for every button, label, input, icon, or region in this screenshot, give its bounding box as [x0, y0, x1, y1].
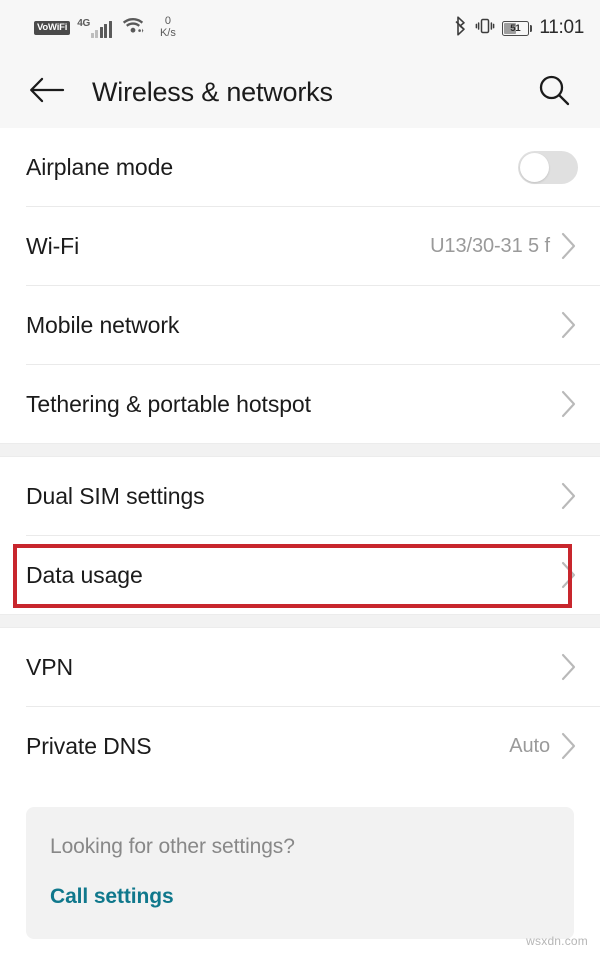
chevron-right-icon: [560, 231, 578, 261]
search-button[interactable]: [532, 70, 576, 114]
settings-row-label: VPN: [26, 653, 73, 680]
settings-row-wifi[interactable]: Wi-Fi U13/30-31 5 f: [0, 207, 600, 285]
settings-group-vpn-dns: VPN Private DNS Auto: [0, 628, 600, 785]
chevron-right-icon: [560, 652, 578, 682]
other-settings-question: Looking for other settings?: [50, 835, 295, 858]
battery-percent-label: 51: [510, 22, 521, 34]
settings-row-dual-sim-settings[interactable]: Dual SIM settings: [0, 457, 600, 535]
status-bar-right: 51 11:01: [455, 15, 584, 41]
settings-group-sim-data: Dual SIM settings Data usage: [0, 457, 600, 614]
cellular-signal-icon: 4G: [77, 17, 112, 38]
settings-row-label: Dual SIM settings: [26, 482, 205, 509]
data-speed-unit: K/s: [159, 27, 176, 39]
battery-icon: 51: [501, 20, 533, 36]
back-button[interactable]: [26, 71, 68, 113]
status-bar: VoWiFi 4G 0 K/s 51 11:01: [0, 0, 600, 56]
settings-row-label: Mobile network: [26, 311, 180, 338]
settings-row-label: Tethering & portable hotspot: [26, 390, 311, 417]
status-bar-left: VoWiFi 4G 0 K/s: [34, 16, 176, 39]
vibrate-icon: [475, 16, 495, 41]
network-type-label: 4G: [77, 17, 90, 29]
settings-row-value: Auto: [509, 734, 550, 757]
status-bar-clock: 11:01: [539, 17, 584, 38]
footer-suggestion-wrap: Looking for other settings? Call setting…: [0, 785, 600, 939]
search-icon: [537, 73, 571, 112]
toggle-knob: [520, 152, 549, 182]
settings-row-label: Data usage: [26, 561, 143, 588]
settings-list: Airplane mode Wi-Fi U13/30-31 5 f Mobile…: [0, 128, 600, 939]
settings-row-vpn[interactable]: VPN: [0, 628, 600, 706]
group-separator: [0, 443, 600, 457]
chevron-right-icon: [560, 389, 578, 419]
settings-row-data-usage[interactable]: Data usage: [0, 536, 600, 614]
data-speed-indicator: 0 K/s: [160, 16, 176, 39]
vowifi-icon: VoWiFi: [34, 21, 71, 35]
call-settings-link[interactable]: Call settings: [50, 885, 174, 909]
settings-row-label: Airplane mode: [26, 153, 174, 180]
chevron-right-icon: [560, 481, 578, 511]
group-separator: [0, 614, 600, 628]
settings-row-mobile-network[interactable]: Mobile network: [0, 286, 600, 364]
settings-row-label: Private DNS: [26, 732, 152, 759]
settings-row-value: U13/30-31 5 f: [430, 234, 550, 257]
settings-group-connectivity: Airplane mode Wi-Fi U13/30-31 5 f Mobile…: [0, 128, 600, 443]
airplane-mode-toggle[interactable]: [518, 150, 578, 184]
other-settings-card: Looking for other settings? Call setting…: [26, 807, 574, 939]
wifi-icon: [122, 17, 144, 39]
signal-bars-icon: [90, 20, 112, 38]
page-title: Wireless & networks: [92, 76, 333, 107]
chevron-right-icon: [560, 731, 578, 761]
settings-row-label: Wi-Fi: [26, 232, 80, 259]
settings-row-tethering[interactable]: Tethering & portable hotspot: [0, 365, 600, 443]
back-arrow-icon: [29, 76, 65, 109]
app-bar: Wireless & networks: [0, 56, 600, 128]
settings-row-private-dns[interactable]: Private DNS Auto: [0, 707, 600, 785]
bluetooth-icon: [455, 15, 468, 41]
chevron-right-icon: [560, 310, 578, 340]
watermark: wsxdn.com: [526, 934, 588, 948]
settings-row-airplane-mode[interactable]: Airplane mode: [0, 128, 600, 206]
chevron-right-icon: [560, 560, 578, 590]
